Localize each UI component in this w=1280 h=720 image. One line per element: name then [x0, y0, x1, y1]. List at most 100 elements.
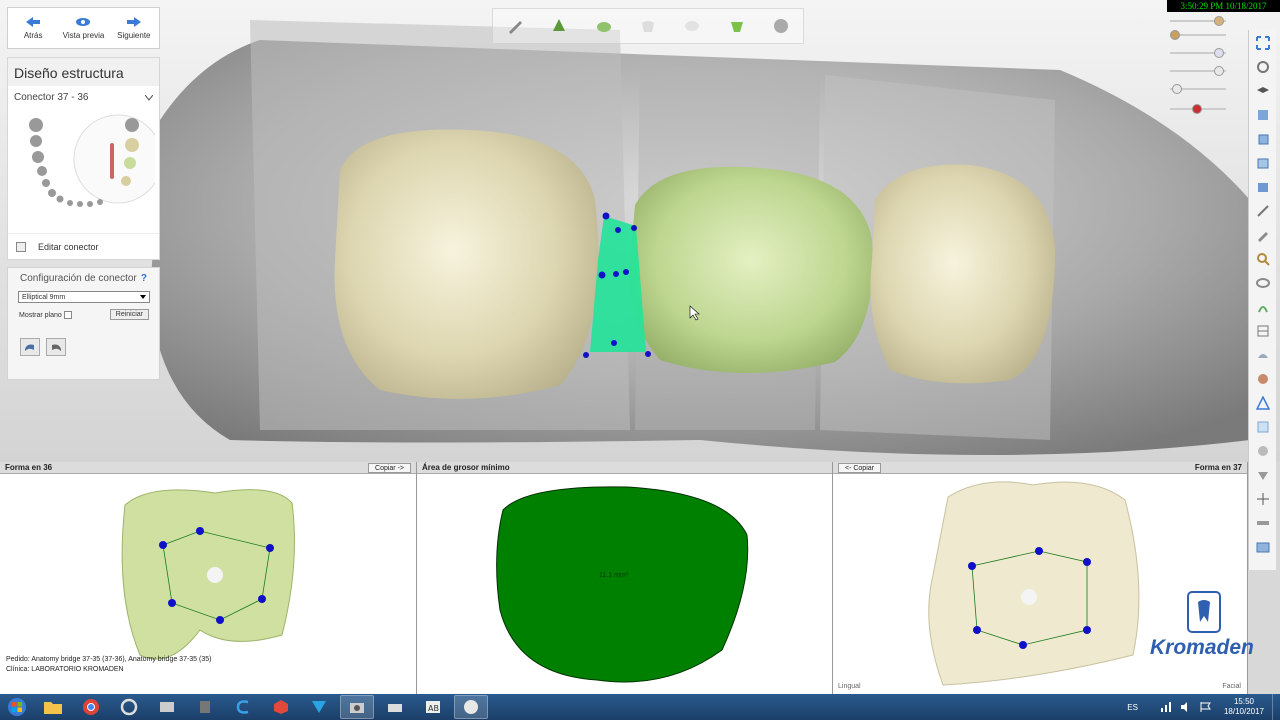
view-right-icon[interactable]: [1252, 176, 1274, 198]
layer-icon[interactable]: [1252, 416, 1274, 438]
folder-icon[interactable]: [36, 695, 70, 719]
navigation-box: Atrás Vista previa Siguiente: [7, 7, 160, 49]
face-icon[interactable]: [1252, 368, 1274, 390]
fullscreen-icon[interactable]: [1252, 32, 1274, 54]
tooth-chart[interactable]: [14, 111, 163, 211]
redo-button[interactable]: [46, 338, 66, 356]
die-tool-icon[interactable]: [592, 14, 616, 38]
chrome-icon[interactable]: [74, 695, 108, 719]
eye-icon: [76, 17, 91, 26]
crosshair-icon[interactable]: [1252, 488, 1274, 510]
connector-config-panel: Configuración de conector ? Elliptical 9…: [7, 267, 160, 380]
lingual-label: Lingual: [838, 683, 861, 690]
shape-36-panel: Forma en 36 Copiar -> Pedido: Anatomy br…: [0, 462, 417, 694]
view-back-icon[interactable]: [1252, 128, 1274, 150]
view-left-icon[interactable]: [1252, 152, 1274, 174]
help-icon[interactable]: ?: [141, 273, 147, 284]
3d-viewport[interactable]: 3:50:29 PM 10/18/2017: [0, 0, 1280, 462]
tooth-35: [870, 164, 1055, 384]
brush-icon[interactable]: [1252, 224, 1274, 246]
undo-icon: [25, 344, 34, 351]
system-tray: ES 15:50 18/10/2017: [1127, 694, 1280, 720]
clinic-value: LABORATORIO KROMADEN: [31, 666, 124, 673]
warning-icon[interactable]: [1252, 392, 1274, 414]
rotate-icon[interactable]: [1252, 56, 1274, 78]
copy-right-button[interactable]: Copiar ->: [368, 462, 411, 473]
flag-icon[interactable]: [1200, 702, 1212, 712]
scan-view-icon[interactable]: [1252, 344, 1274, 366]
structure-tool-icon[interactable]: [725, 14, 749, 38]
kromaden-watermark: Kromaden: [1150, 586, 1254, 666]
section-icon[interactable]: [1252, 320, 1274, 342]
wax-knife-icon[interactable]: [1252, 200, 1274, 222]
undo-button[interactable]: [20, 338, 40, 356]
min-thickness-panel: Área de grosor mínimo 11.1 mm²: [417, 462, 833, 694]
svg-text:AB: AB: [428, 704, 439, 713]
tooth-app-icon[interactable]: [454, 695, 488, 719]
shape-37-title: Forma en 37: [1194, 463, 1242, 472]
taskbar-clock[interactable]: 15:50 18/10/2017: [1224, 697, 1264, 717]
start-button[interactable]: [0, 694, 34, 720]
panel-title: Diseño estructura: [8, 58, 159, 86]
arrow-left-icon: [26, 16, 41, 27]
sphere-icon[interactable]: [1252, 440, 1274, 462]
copy-left-button[interactable]: <- Copiar: [838, 462, 881, 473]
design-structure-panel: Diseño estructura Conector 37 - 36 Edita…: [7, 57, 163, 260]
margin-tool-icon[interactable]: [547, 14, 571, 38]
tool-icon[interactable]: [188, 695, 222, 719]
chevron-down-icon: [145, 94, 153, 101]
workflow-toolbar: [492, 8, 804, 44]
crown-tool-icon[interactable]: [636, 14, 660, 38]
scanner-icon[interactable]: [378, 695, 412, 719]
edit-connector-checkbox[interactable]: [16, 241, 26, 252]
expert-mode-icon[interactable]: [1252, 80, 1274, 102]
reset-button[interactable]: Reiniciar: [109, 309, 149, 320]
network-icon[interactable]: [1160, 702, 1172, 712]
ring-icon[interactable]: [1252, 272, 1274, 294]
explorer-icon[interactable]: [150, 695, 184, 719]
pen-tool-icon[interactable]: [503, 14, 527, 38]
view-front-icon[interactable]: [1252, 104, 1274, 126]
clinic-label: Clínica:: [6, 666, 30, 673]
magnify-icon[interactable]: [1252, 248, 1274, 270]
cone-icon[interactable]: [1252, 464, 1274, 486]
tooth-36: [334, 129, 599, 399]
screenshot-icon[interactable]: [1252, 536, 1274, 558]
visibility-sliders: [1160, 12, 1230, 122]
c-icon[interactable]: [226, 695, 260, 719]
kromaden-logo-icon: [1187, 591, 1221, 633]
language-indicator[interactable]: ES: [1127, 703, 1138, 712]
cube-icon[interactable]: [264, 695, 298, 719]
shape-37-panel: <- Copiar Forma en 37 Lingual Facial Kro…: [833, 462, 1254, 694]
edit-connector-option[interactable]: Editar conector: [8, 233, 159, 259]
shape-36-title: Forma en 36: [5, 463, 53, 472]
arrow-right-icon: [126, 16, 141, 27]
next-button[interactable]: Siguiente: [109, 8, 159, 48]
camera-icon[interactable]: [340, 695, 374, 719]
finish-tool-icon[interactable]: [769, 14, 793, 38]
opera-icon[interactable]: [112, 695, 146, 719]
area-label: 11.1 mm²: [599, 572, 629, 579]
coping-tool-icon[interactable]: [680, 14, 704, 38]
vector-icon[interactable]: [302, 695, 336, 719]
windows-logo-icon: [8, 698, 26, 716]
min-thickness-title: Área de grosor mínimo: [422, 463, 510, 472]
redo-icon: [52, 344, 61, 351]
connector-dropdown[interactable]: Conector 37 - 36: [8, 86, 159, 109]
ab-icon[interactable]: AB: [416, 695, 450, 719]
config-title: Configuración de conector: [20, 273, 137, 284]
cross-section-panels: Forma en 36 Copiar -> Pedido: Anatomy br…: [0, 462, 1254, 694]
order-label: Pedido:: [6, 656, 30, 663]
tooth-37: [629, 166, 873, 374]
show-plane-checkbox[interactable]: [63, 310, 72, 319]
connector-shape-select[interactable]: Elliptical 9mm: [18, 291, 150, 303]
back-button[interactable]: Atrás: [8, 8, 58, 48]
right-toolbar: [1248, 30, 1276, 570]
sculpt-icon[interactable]: [1252, 296, 1274, 318]
windows-taskbar: AB ES 15:50 18/10/2017: [0, 694, 1280, 720]
cross-section-view[interactable]: [417, 475, 832, 693]
ruler-icon[interactable]: [1252, 512, 1274, 534]
show-desktop-button[interactable]: [1272, 694, 1280, 720]
volume-icon[interactable]: [1180, 702, 1192, 712]
preview-button[interactable]: Vista previa: [58, 8, 108, 48]
